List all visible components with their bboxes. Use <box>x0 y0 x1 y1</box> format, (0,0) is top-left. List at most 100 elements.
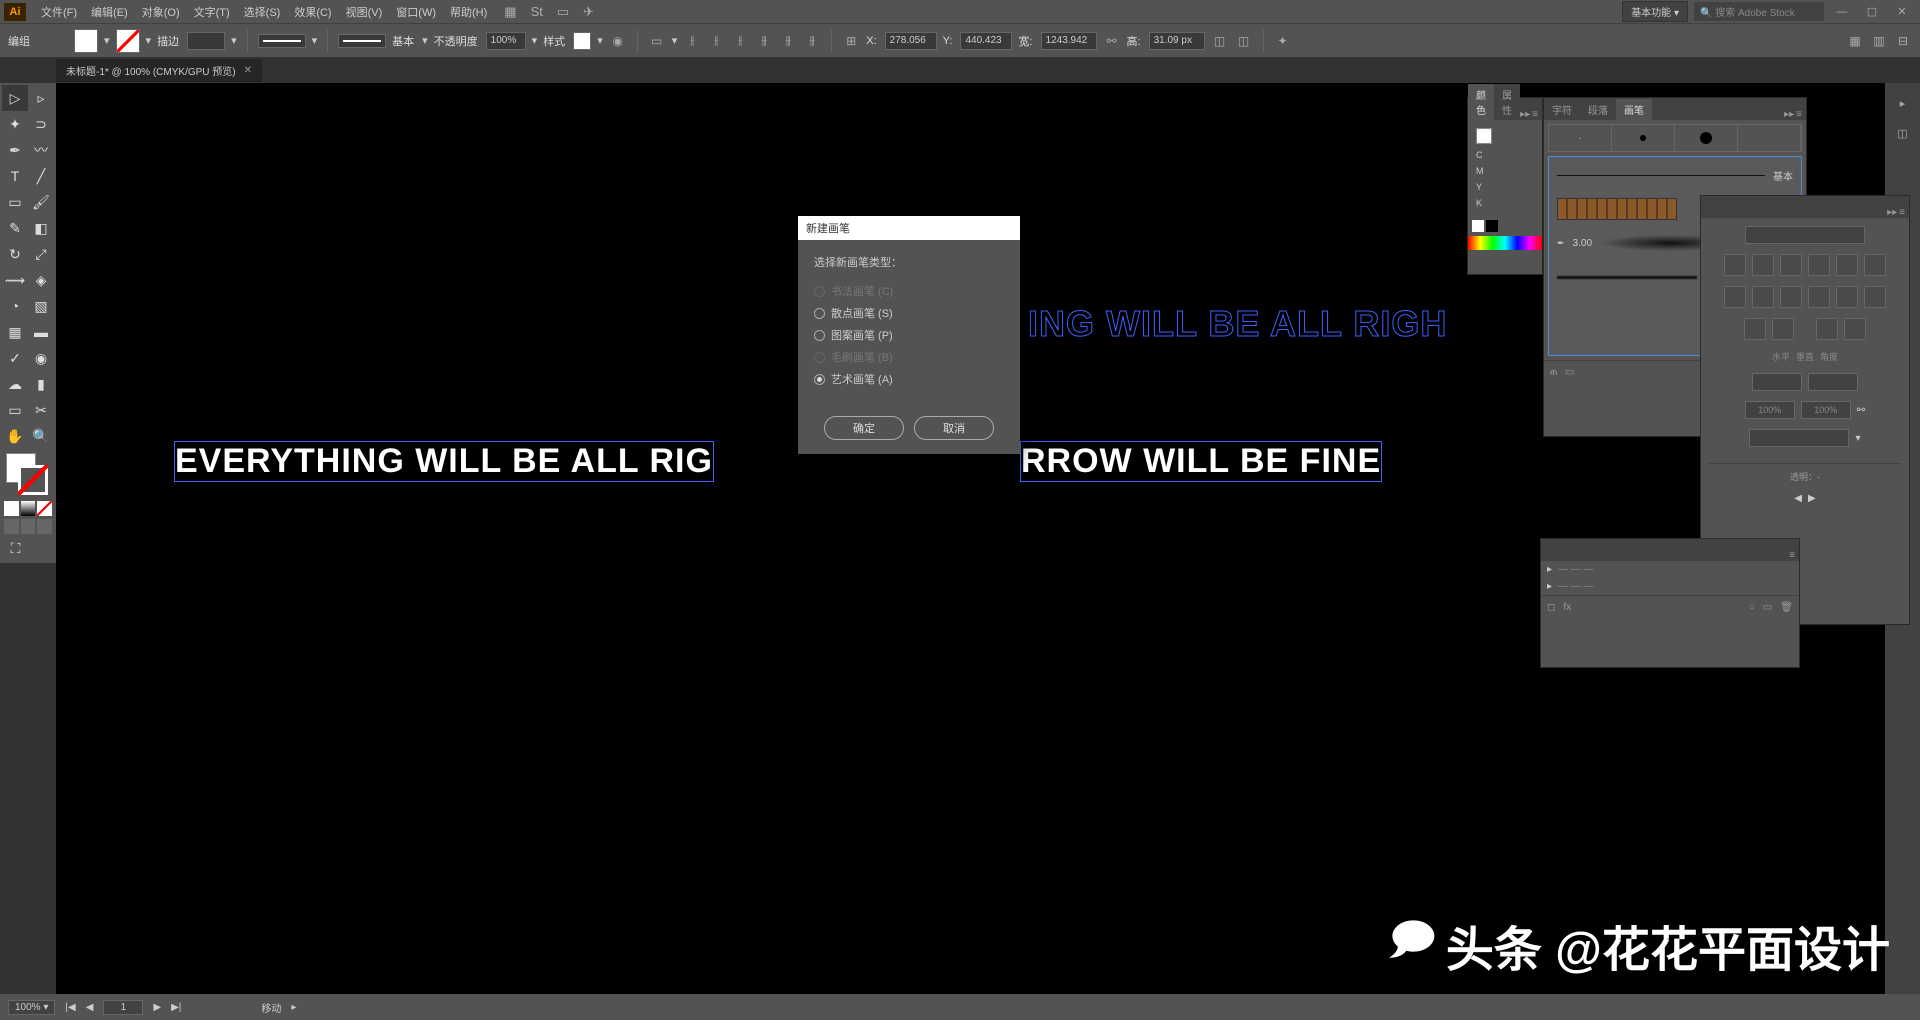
draw-normal[interactable] <box>4 519 19 534</box>
perspective-tool[interactable]: ▧ <box>28 293 54 319</box>
stroke-weight-input[interactable] <box>187 32 225 50</box>
dist-6[interactable] <box>1864 286 1886 308</box>
brush-thumb-3[interactable] <box>1675 125 1738 151</box>
shape-icon-1[interactable]: ◫ <box>1211 32 1229 50</box>
para-tab[interactable]: 段落 <box>1580 99 1616 120</box>
align-vcenter-icon[interactable]: ⫵ <box>779 32 797 50</box>
transform-icon[interactable]: ⊞ <box>842 32 860 50</box>
dist-1[interactable] <box>1724 286 1746 308</box>
direct-select-tool[interactable]: ▹ <box>28 85 54 111</box>
zoom-field[interactable]: 100% ▾ <box>8 1000 55 1015</box>
search-stock[interactable]: 🔍 搜索 Adobe Stock <box>1694 2 1824 21</box>
pref-icon-3[interactable]: ⊟ <box>1894 32 1912 50</box>
curvature-tool[interactable]: 〰 <box>28 137 54 163</box>
draw-behind[interactable] <box>21 519 36 534</box>
align-hcenter-icon[interactable]: ⫲ <box>707 32 725 50</box>
brush-thumb-2[interactable] <box>1612 125 1675 151</box>
pen-tool[interactable]: ✒ <box>2 137 28 163</box>
color-picker[interactable] <box>2 449 54 499</box>
slice-tool[interactable]: ✂ <box>28 397 54 423</box>
appear-row-1[interactable]: ▸— — — <box>1541 561 1799 578</box>
attr-tab[interactable]: 属性 <box>1494 84 1520 120</box>
align-top-icon[interactable]: ⫵ <box>755 32 773 50</box>
menu-select[interactable]: 选择(S) <box>237 4 288 20</box>
magic-wand-tool[interactable]: ✦ <box>2 111 28 137</box>
stroke-dropdown-icon[interactable]: ▾ <box>146 34 152 47</box>
appear-menu-icon[interactable]: ≡ <box>1789 550 1795 561</box>
close-button[interactable]: ✕ <box>1890 3 1914 21</box>
eyedrop-tool[interactable]: ✓ <box>2 345 28 371</box>
align-c[interactable] <box>1752 254 1774 276</box>
w-input[interactable] <box>1041 32 1097 50</box>
artboard-next-icon[interactable]: ▶ <box>153 1002 161 1013</box>
dist-3[interactable] <box>1780 286 1802 308</box>
opacity-input[interactable] <box>486 32 526 50</box>
artboard-prev-icon[interactable]: ◀ <box>86 1002 94 1013</box>
char-tab[interactable]: 字符 <box>1544 99 1580 120</box>
rect-tool[interactable]: ▭ <box>2 189 28 215</box>
appear-fx-icon[interactable]: fx <box>1563 602 1571 613</box>
stroke-color[interactable] <box>18 465 48 495</box>
align-r[interactable] <box>1780 254 1802 276</box>
white-sw[interactable] <box>1472 220 1484 232</box>
shape-icon-2[interactable]: ◫ <box>1235 32 1253 50</box>
color-mode-none[interactable] <box>37 501 52 516</box>
trans-collapse-icon[interactable]: ▸▸ <box>1887 207 1897 218</box>
shape-builder-tool[interactable]: ◔ <box>2 293 28 319</box>
width-tool[interactable]: ⟿ <box>2 267 28 293</box>
prev-icon[interactable]: ◀ <box>1794 493 1802 504</box>
type-tool[interactable]: T <box>2 163 28 189</box>
brush-tab[interactable]: 画笔 <box>1616 99 1652 120</box>
panel-collapse-icon[interactable]: ▸▸ <box>1520 109 1530 120</box>
pf-1[interactable] <box>1744 318 1766 340</box>
isolate-icon[interactable]: ✦ <box>1274 32 1292 50</box>
recolor-icon[interactable]: ◉ <box>609 32 627 50</box>
color-mode-gradient[interactable] <box>21 501 36 516</box>
menu-effect[interactable]: 效果(C) <box>287 4 338 20</box>
artboard-tool[interactable]: ▭ <box>2 397 28 423</box>
align-m[interactable] <box>1836 254 1858 276</box>
brush-item-basic[interactable]: 基本 <box>1553 161 1797 189</box>
appear-toggle-icon[interactable]: ◻ <box>1547 602 1555 613</box>
brush-collapse-icon[interactable]: ▸▸ <box>1784 109 1794 120</box>
menu-file[interactable]: 文件(F) <box>34 4 84 20</box>
align-bottom-icon[interactable]: ⫵ <box>803 32 821 50</box>
dist-2[interactable] <box>1752 286 1774 308</box>
panel-fill-sw[interactable] <box>1476 128 1492 144</box>
trans-select[interactable] <box>1745 226 1865 244</box>
align-doc-icon[interactable]: ▭ <box>648 32 666 50</box>
appear-new-icon[interactable]: ▭ <box>1763 602 1772 613</box>
brush-thumb-4[interactable] <box>1738 125 1801 151</box>
color-mode-fill[interactable] <box>4 501 19 516</box>
color-tab[interactable]: 颜色 <box>1468 84 1494 120</box>
graph-tool[interactable]: ▮ <box>28 371 54 397</box>
canvas-text-outline[interactable]: ING WILL BE ALL RIGH <box>1028 303 1447 345</box>
minimize-button[interactable]: — <box>1830 3 1854 21</box>
stock-icon[interactable]: St <box>531 4 543 19</box>
lasso-tool[interactable]: ⊃ <box>28 111 54 137</box>
align-t[interactable] <box>1808 254 1830 276</box>
fill-swatch[interactable] <box>74 29 98 53</box>
profile-dropdown-icon[interactable]: ▾ <box>312 34 318 47</box>
free-transform-tool[interactable]: ◈ <box>28 267 54 293</box>
pf-4[interactable] <box>1844 318 1866 340</box>
radio-scatter[interactable]: 散点画笔 (S) <box>814 302 1004 324</box>
scale-y[interactable] <box>1801 401 1851 419</box>
trans-w[interactable] <box>1752 373 1802 391</box>
pf-2[interactable] <box>1772 318 1794 340</box>
link-icon[interactable]: ⚯ <box>1857 405 1865 416</box>
brush-tool[interactable]: 🖌 <box>28 189 54 215</box>
trans-h[interactable] <box>1808 373 1858 391</box>
ok-button[interactable]: 确定 <box>824 416 904 440</box>
pref-icon-1[interactable]: ▦ <box>1846 32 1864 50</box>
fill-dropdown-icon[interactable]: ▾ <box>104 34 110 47</box>
black-sw[interactable] <box>1486 220 1498 232</box>
pf-3[interactable] <box>1816 318 1838 340</box>
canvas-text-left[interactable]: EVERYTHING WILL BE ALL RIG <box>174 441 714 482</box>
artboard-last-icon[interactable]: ▶| <box>171 1002 181 1013</box>
canvas-text-right[interactable]: RROW WILL BE FINE <box>1020 441 1382 482</box>
menu-edit[interactable]: 编辑(E) <box>84 4 135 20</box>
stroke-swatch[interactable] <box>116 29 140 53</box>
brush-lib2-icon[interactable]: ▭ <box>1565 367 1574 378</box>
shaper-tool[interactable]: ✎ <box>2 215 28 241</box>
